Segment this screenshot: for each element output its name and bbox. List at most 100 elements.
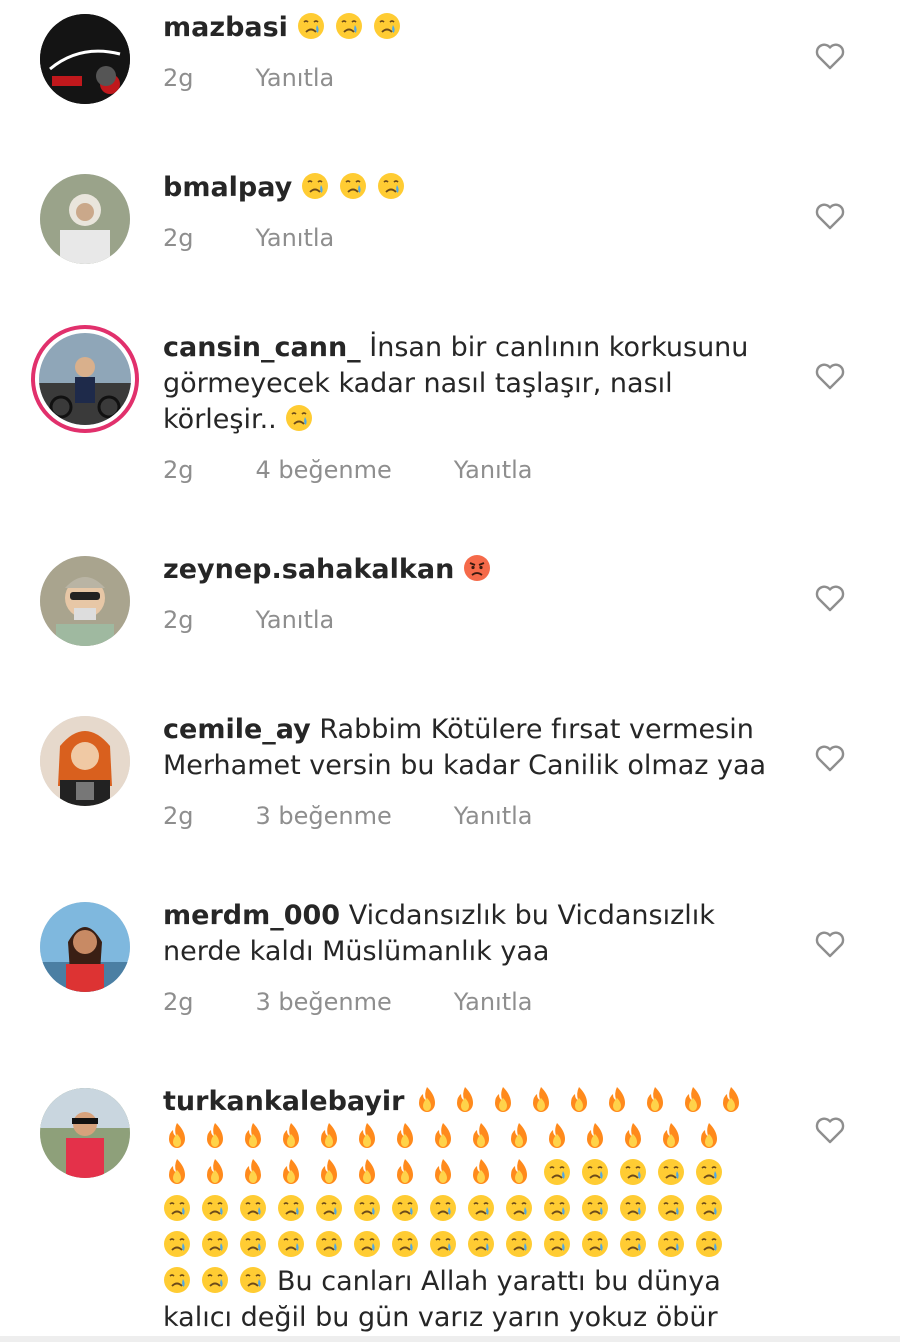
like-count[interactable]: 3 beğenme	[256, 988, 392, 1016]
emoji-row	[163, 1156, 783, 1192]
username[interactable]: cemile_ay	[163, 714, 311, 745]
avatar[interactable]	[40, 1088, 130, 1178]
reply-button[interactable]: Yanıtla	[256, 606, 335, 634]
fire-emoji-icon	[353, 1158, 381, 1186]
avatar[interactable]	[40, 174, 130, 264]
cry-emoji-icon	[239, 1230, 267, 1258]
like-heart-icon[interactable]	[815, 1116, 845, 1144]
angry-emoji-icon	[463, 554, 491, 582]
cry-emoji-icon	[163, 1230, 191, 1258]
comment-text: Bu canları Allah yarattı bu dünya	[277, 1266, 721, 1297]
comment-body: cansin_cann_ İnsan bir canlının korkusun…	[163, 330, 783, 438]
fire-emoji-icon	[695, 1122, 723, 1150]
username[interactable]: turkankalebayir	[163, 1086, 404, 1117]
avatar[interactable]	[40, 14, 130, 104]
fire-emoji-icon	[239, 1122, 267, 1150]
cry-emoji-icon	[301, 172, 329, 200]
cry-emoji-icon	[543, 1158, 571, 1186]
reply-button[interactable]: Yanıtla	[454, 988, 533, 1016]
like-count[interactable]: 4 beğenme	[256, 456, 392, 484]
cry-emoji-icon	[239, 1266, 267, 1294]
fire-emoji-icon	[413, 1086, 441, 1114]
fire-emoji-icon	[391, 1122, 419, 1150]
cry-emoji-icon	[467, 1194, 495, 1222]
like-heart-icon[interactable]	[815, 930, 845, 958]
avatar[interactable]	[40, 556, 130, 646]
fire-emoji-icon	[353, 1122, 381, 1150]
like-count[interactable]: 3 beğenme	[256, 802, 392, 830]
comment-text-line: Bu canları Allah yarattı bu dünya	[163, 1264, 783, 1300]
reply-button[interactable]: Yanıtla	[256, 224, 335, 252]
username[interactable]: cansin_cann_	[163, 332, 361, 363]
avatar[interactable]	[40, 716, 130, 806]
username[interactable]: mazbasi	[163, 12, 288, 43]
avatar-story-ring[interactable]	[31, 325, 139, 433]
cry-emoji-icon	[657, 1158, 685, 1186]
fire-emoji-icon	[277, 1122, 305, 1150]
reply-button[interactable]: Yanıtla	[256, 64, 335, 92]
emoji-row	[163, 1228, 783, 1264]
username[interactable]: merdm_000	[163, 900, 340, 931]
fire-emoji-icon	[163, 1122, 191, 1150]
cry-emoji-icon	[543, 1194, 571, 1222]
cry-emoji-icon	[277, 1194, 305, 1222]
comment-emojis	[301, 172, 415, 203]
comment-text: kalıcı değil bu gün varız yarın yokuz öb…	[163, 1302, 718, 1333]
cry-emoji-icon	[581, 1230, 609, 1258]
like-heart-icon[interactable]	[815, 584, 845, 612]
username[interactable]: zeynep.sahakalkan	[163, 554, 454, 585]
fire-emoji-icon	[641, 1086, 669, 1114]
fire-emoji-icon	[391, 1158, 419, 1186]
cry-emoji-icon	[201, 1230, 229, 1258]
comment-meta: 2g 3 beğenme Yanıtla	[163, 988, 595, 1016]
cry-emoji-icon	[163, 1266, 191, 1294]
cry-emoji-icon	[581, 1194, 609, 1222]
fire-emoji-icon	[201, 1158, 229, 1186]
fire-emoji-icon	[315, 1158, 343, 1186]
fire-emoji-icon	[527, 1086, 555, 1114]
comment-body: cemile_ay Rabbim Kötülere fırsat vermesi…	[163, 712, 783, 784]
bottom-divider	[0, 1336, 900, 1342]
cry-emoji-icon	[315, 1230, 343, 1258]
cry-emoji-icon	[695, 1230, 723, 1258]
fire-emoji-icon	[679, 1086, 707, 1114]
comment-text-line: kalıcı değil bu gün varız yarın yokuz öb…	[163, 1300, 783, 1336]
cry-emoji-icon	[429, 1194, 457, 1222]
timestamp: 2g	[163, 802, 194, 830]
cry-emoji-icon	[467, 1230, 495, 1258]
cry-emoji-icon	[339, 172, 367, 200]
cry-emoji-icon	[619, 1158, 647, 1186]
comment-emojis	[413, 1086, 755, 1117]
like-heart-icon[interactable]	[815, 202, 845, 230]
cry-emoji-icon	[543, 1230, 571, 1258]
cry-emoji-icon	[315, 1194, 343, 1222]
cry-emoji-icon	[505, 1194, 533, 1222]
like-heart-icon[interactable]	[815, 42, 845, 70]
timestamp: 2g	[163, 224, 194, 252]
reply-button[interactable]: Yanıtla	[454, 802, 533, 830]
comment-emojis	[463, 554, 501, 585]
cry-emoji-icon	[201, 1194, 229, 1222]
timestamp: 2g	[163, 64, 194, 92]
fire-emoji-icon	[429, 1122, 457, 1150]
reply-button[interactable]: Yanıtla	[454, 456, 533, 484]
username[interactable]: bmalpay	[163, 172, 292, 203]
like-heart-icon[interactable]	[815, 744, 845, 772]
cry-emoji-icon	[695, 1158, 723, 1186]
fire-emoji-icon	[619, 1122, 647, 1150]
like-heart-icon[interactable]	[815, 362, 845, 390]
comment-meta: 2g Yanıtla	[163, 64, 396, 92]
cry-emoji-icon	[277, 1230, 305, 1258]
cry-emoji-icon	[429, 1230, 457, 1258]
fire-emoji-icon	[315, 1122, 343, 1150]
comment-emojis	[163, 1266, 277, 1297]
comment-emojis	[285, 404, 323, 435]
fire-emoji-icon	[277, 1158, 305, 1186]
fire-emoji-icon	[429, 1158, 457, 1186]
fire-emoji-icon	[603, 1086, 631, 1114]
fire-emoji-icon	[467, 1122, 495, 1150]
fire-emoji-icon	[581, 1122, 609, 1150]
comment-first-line: turkankalebayir	[163, 1084, 783, 1120]
avatar[interactable]	[40, 902, 130, 992]
cry-emoji-icon	[619, 1194, 647, 1222]
